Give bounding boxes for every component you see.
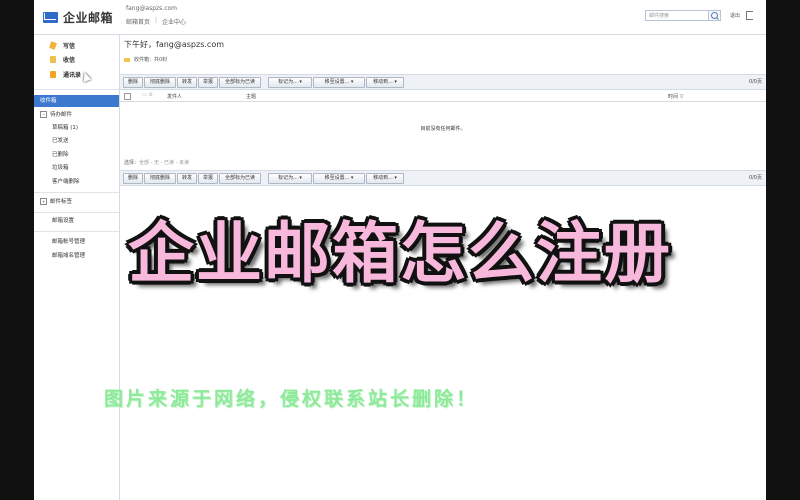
move-to-dropdown[interactable]: 移动到... ▾ [366,77,404,88]
report-button[interactable]: 举报 [198,77,218,88]
select-line: 选择：全部 - 无 - 已读 - 未读 [124,160,189,166]
contacts-button[interactable]: 通讯录 [50,68,81,80]
folder-client-deleted[interactable]: 客户端删除 [52,177,80,187]
sender-column[interactable]: 发件人 [167,93,182,100]
logo[interactable]: 企业邮箱 [43,8,113,26]
select-all-checkbox[interactable] [124,93,131,100]
folder-todo[interactable]: − 待办邮件 [40,110,72,120]
greeting: 下午好，fang@aspzs.com [124,40,225,49]
page-info: 0/0页 [748,175,762,181]
select-options[interactable]: 全部 - 无 - 已读 - 未读 [139,160,189,166]
folder-deleted[interactable]: 已删除 [52,150,69,160]
mail-count: 收件箱：共0封 [124,56,167,63]
move-settings-dropdown[interactable]: 移至设置... ▾ [313,77,365,88]
user-email: fang@aspzs.com [126,5,178,12]
folder-spam[interactable]: 垃圾箱 [52,163,69,173]
subject-column[interactable]: 主题 [246,93,256,100]
mark-all-read-button[interactable]: 全部标为已读 [219,173,261,184]
delete-button[interactable]: 删除 [123,173,143,184]
watermark-text: 图片来源于网络，侵权联系站长删除！ [104,388,479,410]
pencil-icon [48,40,58,50]
mouse-cursor-icon [80,70,92,83]
link-mail-home[interactable]: 邮箱首页 [126,17,150,26]
mark-all-read-button[interactable]: 全部标为已读 [219,77,261,88]
logout-link[interactable]: 退出 [730,12,740,19]
report-button[interactable]: 举报 [198,173,218,184]
mark-as-dropdown[interactable]: 标记为... ▾ [268,173,312,184]
logo-text: 企业邮箱 [63,10,114,25]
overlay-title: 企业邮箱怎么注册 [128,215,672,292]
move-settings-dropdown[interactable]: 移至设置... ▾ [313,173,365,184]
forward-button[interactable]: 转发 [177,173,197,184]
folder-sent[interactable]: 已发送 [52,136,69,146]
link-enterprise-center[interactable]: 企业中心 [162,17,186,26]
compose-button[interactable]: 写信 [48,39,76,51]
compose-label: 写信 [63,42,76,50]
mark-as-dropdown[interactable]: 标记为... ▾ [268,77,312,88]
page-info: 0/0页 [748,79,762,85]
permanent-delete-button[interactable]: 彻底删除 [144,173,176,184]
envelope-icon [43,11,58,23]
top-bar: 企业邮箱 fang@aspzs.com 邮箱首页 | 企业中心 邮件搜索 退出 [34,0,766,35]
inbox-icon [50,55,56,63]
empty-message: 目前没有任何邮件。 [420,126,466,132]
expand-icon[interactable]: − [40,111,47,118]
top-links: 邮箱首页 | 企业中心 [126,17,187,26]
logout-icon[interactable] [746,11,753,20]
delete-button[interactable]: 删除 [123,77,143,88]
forward-button[interactable]: 转发 [177,77,197,88]
folder-drafts[interactable]: 草稿箱 (1) [52,123,78,133]
search-input[interactable]: 邮件搜索 [645,10,709,21]
folder-inbox[interactable]: 收件箱 [34,95,119,107]
permanent-delete-button[interactable]: 彻底删除 [144,77,176,88]
time-column[interactable]: 时间 ▽ [668,93,683,100]
move-to-dropdown[interactable]: 移动到... ▾ [366,173,404,184]
envelope-icon [124,57,130,62]
contacts-icon [50,70,56,78]
receive-label: 收信 [63,56,76,64]
search-icon[interactable] [709,10,721,21]
flag-icon: ▭ ⊘ [142,92,153,98]
list-header: ▭ ⊘ 发件人 主题 时间 ▽ [120,91,766,102]
toolbar-top: 删除 彻底删除 转发 举报 全部标为已读 标记为... ▾ 移至设置... ▾ … [120,74,766,90]
contacts-label: 通讯录 [63,71,82,79]
receive-button[interactable]: 收信 [50,53,75,65]
toolbar-bottom: 删除 彻底删除 转发 举报 全部标为已读 标记为... ▾ 移至设置... ▾ … [120,170,766,186]
